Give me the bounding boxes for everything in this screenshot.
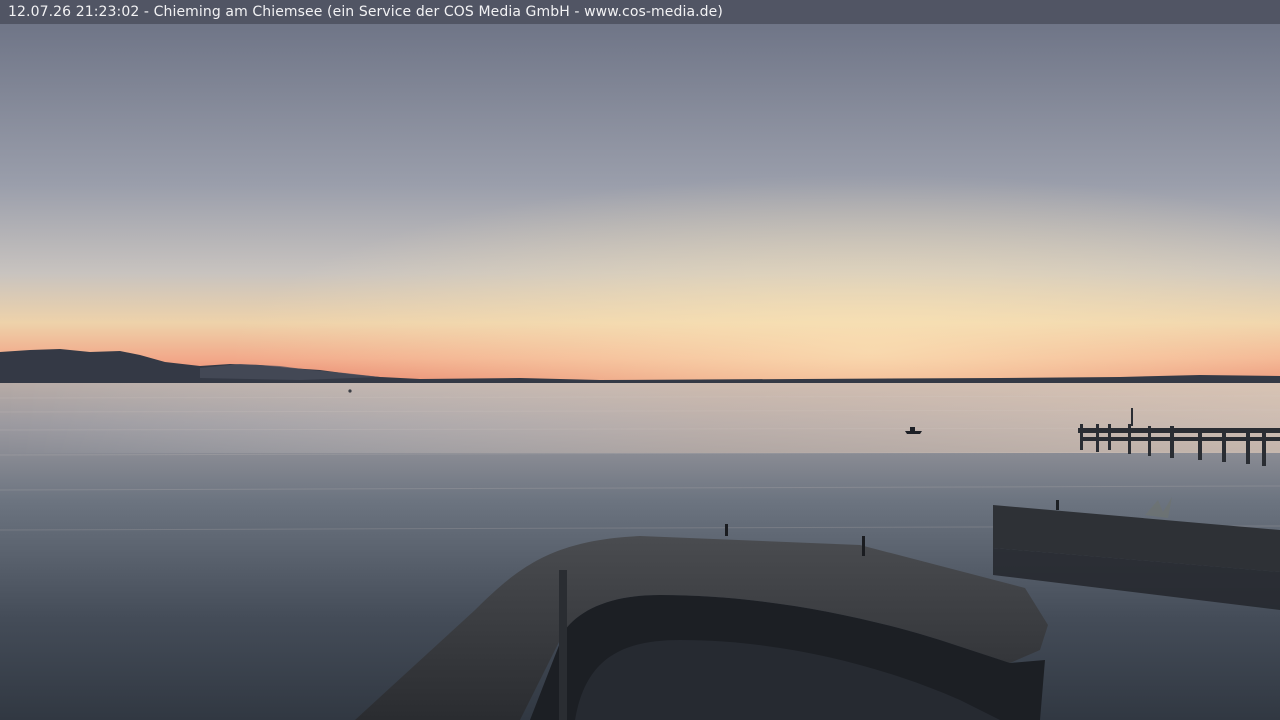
webcam-caption: 12.07.26 21:23:02 - Chieming am Chiemsee… — [0, 0, 1280, 24]
webcam-image — [0, 24, 1280, 720]
webcam-frame: 12.07.26 21:23:02 - Chieming am Chiemsee… — [0, 0, 1280, 720]
